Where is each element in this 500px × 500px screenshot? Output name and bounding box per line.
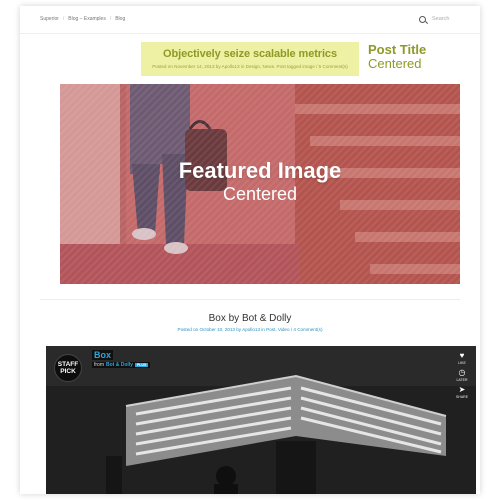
breadcrumb-separator: / xyxy=(109,16,112,22)
breadcrumb-item-blog: Blog xyxy=(115,16,126,22)
plus-badge: PLUS xyxy=(134,363,149,367)
search-icon[interactable] xyxy=(419,15,426,23)
page-frame: Superior / Blog – Examples / Blog Object… xyxy=(20,6,480,494)
share-button[interactable]: ➤ SHARE xyxy=(455,385,469,400)
breadcrumb: Superior / Blog – Examples / Blog xyxy=(40,16,125,22)
top-nav: Superior / Blog – Examples / Blog xyxy=(20,6,480,34)
post-title[interactable]: Objectively seize scalable metrics xyxy=(141,48,359,60)
like-button[interactable]: ♥ LIKE xyxy=(458,351,466,366)
video-player[interactable]: STAFF PICK Box from Bot & Dolly PLUS ♥ L… xyxy=(46,346,476,494)
post2-meta: Posted on October 10, 2013 by Apollo13 i… xyxy=(177,327,323,332)
post2-title[interactable]: Box by Bot & Dolly xyxy=(20,313,480,324)
video-title[interactable]: Box xyxy=(92,350,114,360)
heart-icon: ♥ xyxy=(459,351,465,360)
featured-subtitle: Centered xyxy=(222,184,298,204)
post-meta: Posted on November 14, 2013 by Apollo13 … xyxy=(152,64,348,69)
annotation-subtitle: Centered xyxy=(368,56,422,71)
divider xyxy=(40,299,460,300)
badge-line2: PICK xyxy=(60,368,76,375)
watch-later-button[interactable]: ◷ LATER xyxy=(456,368,468,383)
like-label: LIKE xyxy=(458,361,466,365)
video-actions: ♥ LIKE ◷ LATER ➤ SHARE xyxy=(454,351,470,400)
search-box xyxy=(419,14,466,24)
staff-pick-badge: STAFF PICK xyxy=(54,354,82,382)
featured-image[interactable]: Featured Image Centered xyxy=(60,84,460,284)
breadcrumb-item-blog-examples[interactable]: Blog – Examples xyxy=(68,16,106,22)
search-input[interactable] xyxy=(432,14,466,24)
breadcrumb-separator: / xyxy=(62,16,65,22)
annotation-title: Post Title xyxy=(368,42,427,57)
video-author-link[interactable]: Bot & Dolly xyxy=(106,362,133,368)
video-frame xyxy=(46,346,476,494)
featured-title: Featured Image xyxy=(178,158,342,183)
from-label: from xyxy=(94,362,104,368)
share-icon: ➤ xyxy=(458,385,466,394)
share-label: SHARE xyxy=(455,395,469,399)
video-byline: from Bot & Dolly PLUS xyxy=(92,362,151,368)
clock-icon: ◷ xyxy=(458,368,466,377)
breadcrumb-item-superior[interactable]: Superior xyxy=(40,16,59,22)
badge-line1: STAFF xyxy=(57,361,79,368)
post-header: Objectively seize scalable metrics Poste… xyxy=(141,42,359,76)
later-label: LATER xyxy=(456,378,468,382)
